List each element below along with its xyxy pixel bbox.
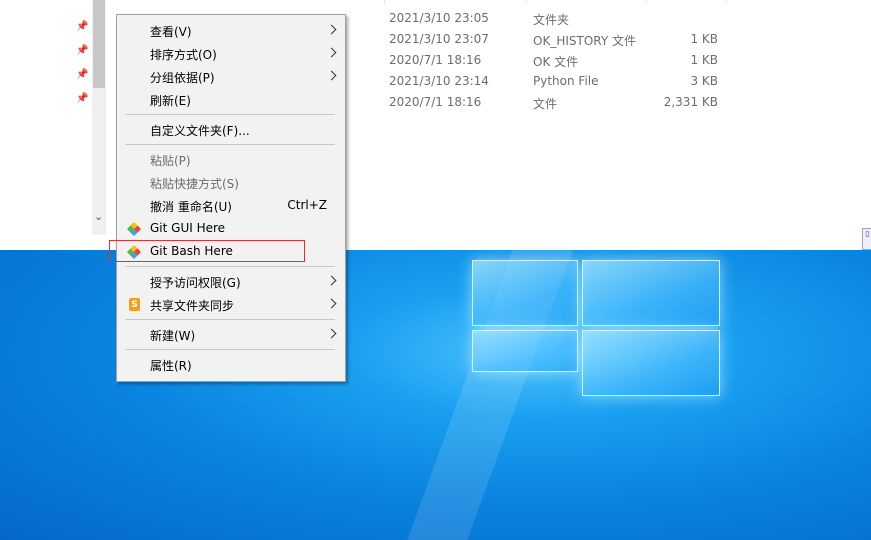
logo-pane [582,330,720,396]
pin-icon[interactable]: 📌 [76,21,88,32]
menu-item-refresh[interactable]: 刷新(E) [117,88,345,111]
modified-date: 2021/3/10 23:05 [389,11,489,25]
context-menu: 查看(V) 排序方式(O) 分组依据(P) 刷新(E) 自定义文件夹(F)...… [116,14,346,382]
menu-item-sort-by[interactable]: 排序方式(O) [117,42,345,65]
file-size: 1 KB [690,32,718,46]
menu-item-group-by[interactable]: 分组依据(P) [117,65,345,88]
scrollbar-thumb[interactable] [93,0,105,88]
chevron-right-icon [326,298,337,309]
share-sync-icon: S [129,298,140,311]
column-divider [526,0,527,4]
modified-date: 2020/7/1 18:16 [389,53,482,67]
file-row[interactable]: 2021/3/10 23:14 Python File 3 KB [380,71,730,92]
menu-item-give-access[interactable]: 授予访问权限(G) [117,270,345,293]
menu-item-new[interactable]: 新建(W) [117,323,345,346]
menu-item-label: 撤消 重命名(U) [150,200,232,214]
modified-date: 2021/3/10 23:07 [389,32,489,46]
menu-separator [125,144,335,145]
menu-item-view[interactable]: 查看(V) [117,19,345,42]
git-icon [126,221,142,237]
file-size: 2,331 KB [663,95,718,109]
chevron-right-icon [326,24,337,35]
menu-item-label: 粘贴快捷方式(S) [150,177,239,191]
logo-pane [472,330,578,372]
menu-item-label: 自定义文件夹(F)... [150,124,250,138]
column-divider [384,0,385,4]
scroll-down-icon[interactable]: ⌄ [94,210,103,223]
file-type: Python File [533,74,599,88]
file-row[interactable]: 2021/3/10 23:05 文件夹 [380,8,730,29]
menu-item-label: 查看(V) [150,25,192,39]
menu-item-paste[interactable]: 粘贴(P) [117,148,345,171]
keyboard-shortcut: Ctrl+Z [287,198,327,212]
menu-item-label: 授予访问权限(G) [150,276,241,290]
file-row[interactable]: 2020/7/1 18:16 OK 文件 1 KB [380,50,730,71]
menu-item-git-gui[interactable]: Git GUI Here [117,217,345,240]
pin-icon[interactable]: 📌 [76,69,88,80]
highlight-annotation-box [109,240,305,262]
modified-date: 2021/3/10 23:14 [389,74,489,88]
menu-separator [125,349,335,350]
menu-item-paste-shortcut[interactable]: 粘贴快捷方式(S) [117,171,345,194]
menu-separator [125,266,335,267]
menu-item-properties[interactable]: 属性(R) [117,353,345,376]
file-type: 文件 [533,97,558,111]
menu-item-undo-rename[interactable]: 撤消 重命名(U) Ctrl+Z [117,194,345,217]
menu-item-share-sync[interactable]: S 共享文件夹同步 [117,293,345,316]
pin-icon[interactable]: 📌 [76,93,88,104]
menu-item-label: 粘贴(P) [150,154,191,168]
logo-pane [582,260,720,326]
modified-date: 2020/7/1 18:16 [389,95,482,109]
navigation-pane: 📌 📌 📌 📌 [0,0,92,250]
windows-logo [472,260,720,396]
menu-separator [125,319,335,320]
file-row[interactable]: 2021/3/10 23:07 OK_HISTORY 文件 1 KB [380,29,730,50]
file-type: 文件夹 [533,13,570,27]
pin-icon[interactable]: 📌 [76,45,88,56]
menu-item-label: 属性(R) [150,359,192,373]
file-type: OK_HISTORY 文件 [533,34,636,48]
scrollbar-button[interactable]: ▯ [862,228,871,250]
file-type: OK 文件 [533,55,579,69]
column-divider [726,0,727,4]
menu-item-label: Git GUI Here [150,221,226,235]
menu-item-label: 分组依据(P) [150,71,215,85]
file-size: 3 KB [690,74,718,88]
file-row[interactable]: 2020/7/1 18:16 文件 2,331 KB [380,92,730,113]
menu-item-label: 刷新(E) [150,94,191,108]
menu-item-customize-folder[interactable]: 自定义文件夹(F)... [117,118,345,141]
chevron-right-icon [326,70,337,81]
column-divider [646,0,647,4]
menu-separator [125,114,335,115]
chevron-right-icon [326,328,337,339]
logo-pane [472,260,578,326]
menu-item-label: 排序方式(O) [150,48,217,62]
menu-item-label: 新建(W) [150,329,196,343]
chevron-right-icon [326,47,337,58]
menu-item-label: 共享文件夹同步 [150,299,235,313]
file-size: 1 KB [690,53,718,67]
chevron-right-icon [326,275,337,286]
